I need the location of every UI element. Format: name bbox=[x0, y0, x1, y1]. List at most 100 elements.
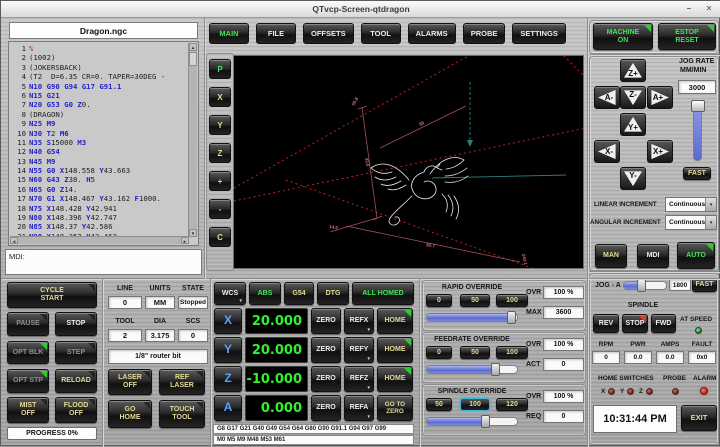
spindle-50-button[interactable]: 50 bbox=[426, 398, 452, 411]
tab-settings[interactable]: SETTINGS bbox=[512, 23, 566, 44]
spindle-rev-button[interactable]: REV bbox=[593, 314, 619, 333]
opt-blk-button[interactable]: OPT BLK bbox=[7, 341, 49, 364]
gcode-line[interactable]: 13N45 M9 bbox=[11, 157, 189, 166]
feed-100-button[interactable]: 100 bbox=[496, 346, 528, 359]
feed-0-button[interactable]: 0 bbox=[426, 346, 452, 359]
gcode-line[interactable]: 15N60 G43 Z38. H5 bbox=[11, 175, 189, 184]
gcode-line[interactable]: 16N65 G0 Z14. bbox=[11, 185, 189, 194]
jog-rate-value[interactable]: 3000 bbox=[678, 80, 716, 94]
jog-a-minus-button[interactable]: A- bbox=[594, 86, 620, 109]
jog-x-plus-button[interactable]: X+ bbox=[647, 140, 673, 163]
tab-offsets[interactable]: OFFSETS bbox=[303, 23, 354, 44]
close-icon[interactable] bbox=[703, 3, 715, 15]
reload-button[interactable]: RELOAD bbox=[55, 369, 97, 393]
axis-a-button[interactable]: A bbox=[214, 395, 242, 421]
man-mode-button[interactable]: MAN bbox=[595, 244, 627, 268]
flood-button[interactable]: FLOOD OFF bbox=[55, 397, 97, 423]
gcode-line[interactable]: 5N10 G90 G94 G17 G91.1 bbox=[11, 82, 189, 91]
scroll-right-icon[interactable]: ► bbox=[181, 237, 189, 244]
chevron-down-icon[interactable] bbox=[705, 198, 716, 211]
home-y-button[interactable]: HOME bbox=[377, 337, 413, 363]
jog-z-minus-button[interactable]: Z- bbox=[620, 86, 646, 109]
home-x-button[interactable]: HOME bbox=[377, 308, 413, 334]
minimize-icon[interactable] bbox=[683, 3, 695, 15]
touch-tool-button[interactable]: TOUCH TOOL bbox=[159, 400, 205, 428]
jog-x-minus-button[interactable]: X- bbox=[594, 140, 620, 163]
gcode-line[interactable]: 6N15 G21 bbox=[11, 91, 189, 100]
feed-50-button[interactable]: 50 bbox=[460, 346, 490, 359]
pause-button[interactable]: PAUSE bbox=[7, 312, 49, 336]
stop-button[interactable]: STOP bbox=[55, 312, 97, 336]
preview-btn-x[interactable]: X bbox=[209, 87, 231, 107]
preview-btn-y[interactable]: Y bbox=[209, 115, 231, 135]
preview-btn-p[interactable]: P bbox=[209, 59, 231, 79]
zero-z-button[interactable]: ZERO bbox=[311, 366, 341, 392]
preview-btn-z[interactable]: Z bbox=[209, 143, 231, 163]
jog-a-value[interactable]: 1800 bbox=[669, 279, 691, 291]
linear-increment-select[interactable]: Continuous bbox=[665, 197, 717, 212]
rapid-0-button[interactable]: 0 bbox=[426, 294, 452, 307]
preview-canvas[interactable]: 55.8 43.6 14.0 88 82.7 240.1 bbox=[233, 55, 584, 269]
scroll-left-icon[interactable]: ◄ bbox=[10, 237, 18, 244]
jog-z-plus-button[interactable]: Z+ bbox=[620, 59, 646, 82]
spindle-fwd-button[interactable]: FWD bbox=[651, 314, 676, 333]
jog-y-minus-button[interactable]: Y- bbox=[620, 167, 646, 190]
wcs-system-button[interactable]: G54 bbox=[284, 282, 314, 305]
slider-handle[interactable] bbox=[691, 100, 705, 112]
ref-x-button[interactable]: REFX bbox=[344, 308, 374, 334]
slider-handle[interactable] bbox=[507, 311, 516, 324]
angular-increment-select[interactable]: Continuous bbox=[665, 215, 717, 230]
spindle-override-slider[interactable] bbox=[426, 417, 518, 426]
gcode-line[interactable]: 14N55 G0 X148.558 Y43.663 bbox=[11, 166, 189, 175]
abs-button[interactable]: ABS bbox=[249, 282, 281, 305]
jog-a-plus-button[interactable]: A+ bbox=[647, 86, 673, 109]
zero-a-button[interactable]: ZERO bbox=[311, 395, 341, 421]
zero-x-button[interactable]: ZERO bbox=[311, 308, 341, 334]
chevron-down-icon[interactable] bbox=[705, 216, 716, 229]
ref-a-button[interactable]: REFA bbox=[344, 395, 374, 421]
tab-file[interactable]: FILE bbox=[256, 23, 296, 44]
ref-laser-button[interactable]: REF LASER bbox=[159, 369, 205, 395]
scrollbar-thumb[interactable] bbox=[189, 52, 197, 66]
mdi-mode-button[interactable]: MDI bbox=[637, 244, 669, 268]
auto-mode-button[interactable]: AUTO bbox=[677, 242, 715, 269]
gcode-line[interactable]: 20N85 X148.37 Y42.586 bbox=[11, 222, 189, 231]
home-z-button[interactable]: HOME bbox=[377, 366, 413, 392]
mdi-input[interactable]: MDI: bbox=[5, 249, 202, 275]
wcs-button[interactable]: WCS bbox=[214, 282, 246, 305]
dtg-button[interactable]: DTG bbox=[317, 282, 349, 305]
cycle-start-button[interactable]: CYCLE START bbox=[7, 282, 97, 308]
gcode-line[interactable]: 8(DRAGON) bbox=[11, 110, 189, 119]
go-to-zero-button[interactable]: GO TO ZERO bbox=[377, 395, 413, 421]
all-homed-button[interactable]: ALL HOMED bbox=[352, 282, 414, 305]
scroll-down-icon[interactable]: ▼ bbox=[189, 229, 197, 237]
jog-y-plus-button[interactable]: Y+ bbox=[620, 113, 646, 136]
jog-fast-button[interactable]: FAST bbox=[683, 167, 711, 180]
gcode-line[interactable]: 3(JOKERSBACK) bbox=[11, 63, 189, 72]
preview-btn-c[interactable]: C bbox=[209, 227, 231, 247]
ref-z-button[interactable]: REFZ bbox=[344, 366, 374, 392]
tab-tool[interactable]: TOOL bbox=[361, 23, 401, 44]
gcode-line[interactable]: 7N20 G53 G0 Z0. bbox=[11, 100, 189, 109]
spindle-stop-button[interactable]: STOP bbox=[622, 314, 648, 333]
machine-on-button[interactable]: MACHINE ON bbox=[593, 23, 653, 50]
laser-button[interactable]: LASER OFF bbox=[108, 369, 152, 395]
gcode-line[interactable]: 18N75 X148.428 Y42.941 bbox=[11, 204, 189, 213]
gcode-line[interactable]: 12N40 G54 bbox=[11, 147, 189, 156]
slider-handle[interactable] bbox=[637, 279, 646, 292]
opt-stp-button[interactable]: OPT STP bbox=[7, 369, 49, 393]
gcode-line[interactable]: 4(T2 D=6.35 CR=0. TAPER=30DEG - bbox=[11, 72, 189, 81]
gcode-horizontal-scrollbar[interactable]: ◄ ► bbox=[10, 236, 189, 244]
spindle-120-button[interactable]: 120 bbox=[496, 398, 528, 411]
gcode-line[interactable]: 2(1002) bbox=[11, 53, 189, 62]
jog-a-slider[interactable] bbox=[623, 281, 667, 290]
rapid-50-button[interactable]: 50 bbox=[460, 294, 490, 307]
tab-main[interactable]: MAIN bbox=[209, 23, 249, 44]
slider-handle[interactable] bbox=[481, 415, 490, 428]
axis-y-button[interactable]: Y bbox=[214, 337, 242, 363]
exit-button[interactable]: EXIT bbox=[681, 405, 717, 431]
go-home-button[interactable]: GO HOME bbox=[108, 400, 152, 428]
tab-probe[interactable]: PROBE bbox=[463, 23, 506, 44]
spindle-100-button[interactable]: 100 bbox=[460, 398, 490, 411]
preview-btn-minus[interactable]: - bbox=[209, 199, 231, 219]
